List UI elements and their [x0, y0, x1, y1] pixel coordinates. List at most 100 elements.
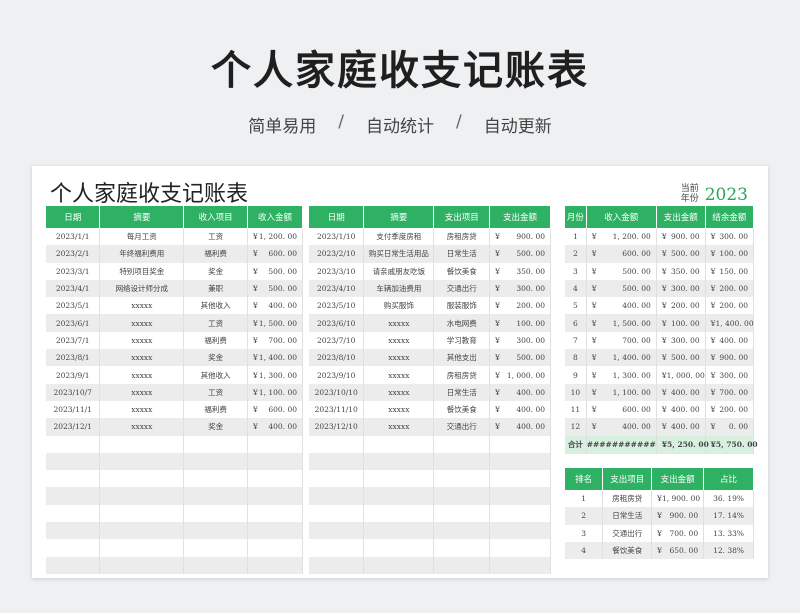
table-cell[interactable]: 交通出行 — [433, 279, 491, 298]
table-cell[interactable]: 奖金 — [183, 349, 249, 367]
table-cell[interactable]: xxxxx — [99, 314, 185, 332]
table-cell[interactable]: 奖金 — [183, 418, 249, 436]
table-cell[interactable]: 水电网费 — [433, 314, 491, 332]
table-cell[interactable] — [309, 487, 365, 505]
table-cell[interactable]: 2023/12/1 — [46, 418, 101, 436]
table-cell[interactable]: 2023/11/1 — [46, 400, 101, 419]
table-cell[interactable]: 房租房贷 — [433, 228, 491, 246]
table-cell[interactable] — [46, 522, 101, 540]
amount-cell[interactable]: ¥100. 00 — [705, 245, 755, 263]
amount-cell[interactable]: ¥900. 00 — [489, 228, 551, 246]
table-cell[interactable] — [46, 504, 101, 523]
table-cell[interactable]: 2023/9/10 — [309, 366, 365, 384]
table-cell[interactable] — [247, 487, 303, 505]
amount-cell[interactable]: ¥200. 00 — [705, 279, 755, 298]
table-cell[interactable] — [183, 522, 249, 540]
table-cell[interactable]: 2023/3/1 — [46, 262, 101, 280]
table-cell[interactable] — [183, 487, 249, 505]
table-cell[interactable] — [183, 470, 249, 488]
table-cell[interactable] — [489, 452, 551, 471]
table-cell[interactable]: 福利费 — [183, 331, 249, 350]
table-cell[interactable]: 3 — [565, 524, 604, 542]
table-cell[interactable]: 日常生活 — [433, 245, 491, 263]
table-cell[interactable]: 购买日常生活用品 — [363, 245, 435, 263]
table-cell[interactable] — [309, 470, 365, 488]
amount-cell[interactable]: ¥200. 00 — [705, 297, 755, 315]
table-cell[interactable]: 9 — [565, 366, 587, 384]
table-cell[interactable]: 2023/11/10 — [309, 400, 365, 419]
table-cell[interactable]: 2 — [565, 507, 604, 525]
table-cell[interactable]: 2023/5/10 — [309, 297, 365, 315]
table-cell[interactable]: 房租房贷 — [433, 366, 491, 384]
table-cell[interactable] — [489, 470, 551, 488]
table-cell[interactable] — [247, 539, 303, 557]
table-cell[interactable] — [363, 487, 435, 505]
table-cell[interactable] — [46, 470, 101, 488]
table-cell[interactable]: xxxxx — [363, 349, 435, 367]
table-cell[interactable] — [99, 435, 185, 453]
total-balance[interactable]: ¥5, 750. 00 — [705, 435, 758, 454]
table-cell[interactable]: 2023/4/1 — [46, 279, 101, 298]
table-cell[interactable]: 5 — [565, 297, 587, 315]
amount-cell[interactable]: ¥1, 000. 00 — [489, 366, 551, 384]
amount-cell[interactable]: ¥400. 00 — [489, 418, 551, 436]
table-cell[interactable]: 2023/7/1 — [46, 331, 101, 350]
table-cell[interactable]: 餐饮美食 — [433, 262, 491, 280]
amount-cell[interactable]: ¥650. 00 — [651, 541, 705, 560]
amount-cell[interactable]: ¥900. 00 — [656, 228, 706, 246]
table-cell[interactable]: 2023/2/1 — [46, 245, 101, 263]
table-cell[interactable] — [433, 504, 491, 523]
table-cell[interactable]: 2023/8/10 — [309, 349, 365, 367]
amount-cell[interactable]: ¥400. 00 — [705, 331, 755, 350]
table-cell[interactable]: 年终福利费用 — [99, 245, 185, 263]
table-cell[interactable] — [99, 522, 185, 540]
amount-cell[interactable]: ¥700. 00 — [705, 383, 755, 401]
table-cell[interactable]: xxxxx — [99, 400, 185, 419]
total-expense[interactable]: ¥5, 250. 00 — [656, 435, 709, 454]
table-cell[interactable]: 2023/1/1 — [46, 228, 101, 246]
amount-cell[interactable]: ¥500. 00 — [656, 245, 706, 263]
table-cell[interactable]: 学习教育 — [433, 331, 491, 350]
table-cell[interactable]: 17. 14% — [703, 507, 754, 525]
amount-cell[interactable]: ¥1, 200. 00 — [586, 228, 657, 246]
table-cell[interactable]: 工资 — [183, 314, 249, 332]
table-cell[interactable]: 其他收入 — [183, 366, 249, 384]
table-cell[interactable]: 7 — [565, 331, 587, 350]
table-cell[interactable] — [99, 452, 185, 471]
table-cell[interactable]: 房租房贷 — [602, 490, 653, 508]
table-cell[interactable]: 车辆加油费用 — [363, 279, 435, 298]
table-cell[interactable] — [309, 504, 365, 523]
amount-cell[interactable]: ¥400. 00 — [489, 383, 551, 401]
table-cell[interactable] — [309, 435, 365, 453]
table-cell[interactable]: 2023/4/10 — [309, 279, 365, 298]
table-cell[interactable]: xxxxx — [363, 383, 435, 401]
table-cell[interactable]: 2023/7/10 — [309, 331, 365, 350]
amount-cell[interactable]: ¥900. 00 — [651, 507, 705, 525]
table-cell[interactable] — [433, 556, 491, 574]
table-cell[interactable]: 12. 38% — [703, 541, 754, 560]
table-cell[interactable]: 交通出行 — [433, 418, 491, 436]
amount-cell[interactable]: ¥500. 00 — [586, 279, 657, 298]
amount-cell[interactable]: ¥400. 00 — [656, 418, 706, 436]
amount-cell[interactable]: ¥600. 00 — [586, 400, 657, 419]
table-cell[interactable]: 兼职 — [183, 279, 249, 298]
amount-cell[interactable]: ¥200. 00 — [656, 297, 706, 315]
amount-cell[interactable]: ¥300. 00 — [656, 279, 706, 298]
amount-cell[interactable]: ¥1, 400. 00 — [705, 314, 755, 332]
table-cell[interactable]: 2023/6/1 — [46, 314, 101, 332]
amount-cell[interactable]: ¥1, 500. 00 — [586, 314, 657, 332]
table-cell[interactable]: 福利费 — [183, 400, 249, 419]
table-cell[interactable] — [489, 504, 551, 523]
table-cell[interactable]: 日常生活 — [433, 383, 491, 401]
table-cell[interactable] — [183, 556, 249, 574]
table-cell[interactable]: xxxxx — [99, 418, 185, 436]
table-cell[interactable] — [363, 504, 435, 523]
table-cell[interactable]: 1 — [565, 490, 604, 508]
table-cell[interactable] — [489, 435, 551, 453]
amount-cell[interactable]: ¥400. 00 — [586, 418, 657, 436]
table-cell[interactable]: 10 — [565, 383, 587, 401]
table-cell[interactable]: 4 — [565, 541, 604, 560]
amount-cell[interactable]: ¥400. 00 — [247, 418, 303, 436]
table-cell[interactable]: 4 — [565, 279, 587, 298]
table-cell[interactable] — [433, 435, 491, 453]
